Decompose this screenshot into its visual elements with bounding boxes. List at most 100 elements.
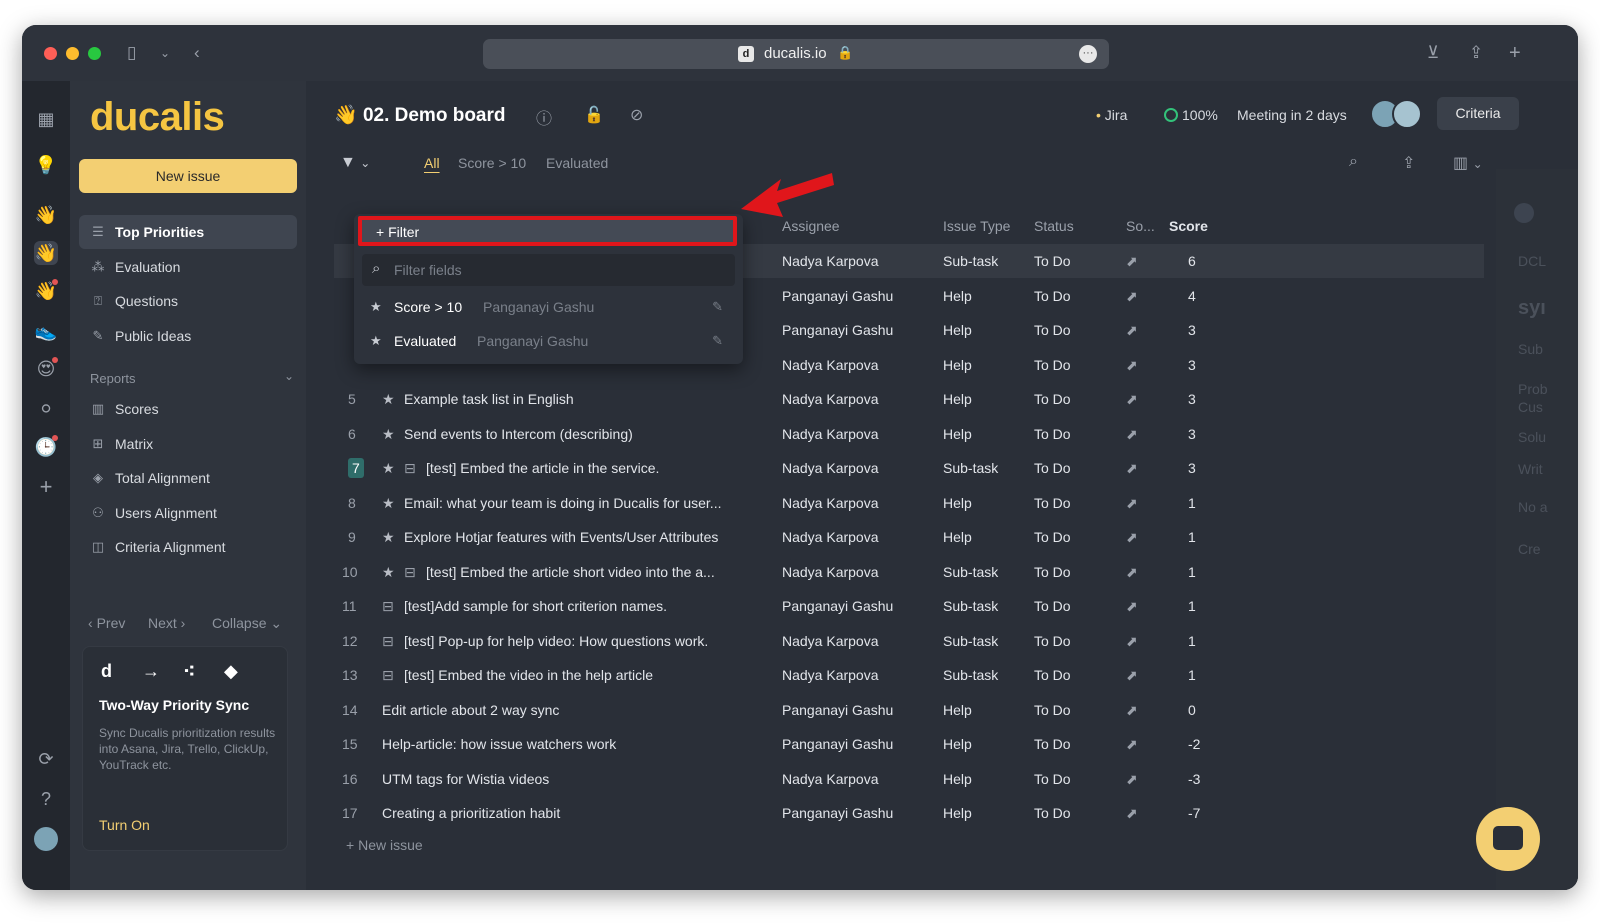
sidebar-item-criteria-alignment[interactable]: ◫ Criteria Alignment [79,530,297,564]
issue-title[interactable]: Explore Hotjar features with Events/User… [404,529,718,545]
column-status[interactable]: Status [1034,218,1074,234]
table-row[interactable]: 15 Help-article: how issue watchers work P… [334,727,1484,761]
sidebar-item-questions[interactable]: ⍰ Questions [79,284,297,318]
lightbulb-icon[interactable]: 💡 [34,153,58,177]
assignee-cell: Nadya Karpova [782,563,879,580]
board-shoe-icon[interactable]: 👟 [34,319,58,343]
issue-title[interactable]: Creating a prioritization habit [382,805,560,821]
filter-toggle[interactable]: ▼ ⌄ [340,154,370,172]
saved-filter-item[interactable]: ★ Evaluated Panganayi Gashu ✎ [362,325,735,357]
table-row[interactable]: 17 Creating a prioritization habit Pangana… [334,796,1484,830]
column-issue-type[interactable]: Issue Type [943,218,1010,234]
prev-button[interactable]: ‹ Prev [88,615,125,631]
column-score[interactable]: Score [1169,218,1208,234]
tab-evaluated[interactable]: Evaluated [546,155,608,171]
board-ball-icon[interactable]: ⚪ [34,397,58,421]
table-row[interactable]: 13 ⊟ [test] Embed the video in the help ar… [334,658,1484,692]
star-icon[interactable]: ★ [382,426,395,443]
board-emoji-icon[interactable]: 😍 [34,357,58,381]
sidebar-item-top-priorities[interactable]: ☰ Top Priorities [79,215,297,249]
unlock-icon[interactable]: 🔓 [584,105,604,125]
issue-title[interactable]: Email: what your team is doing in Ducali… [404,495,721,511]
issue-title[interactable]: [test]Add sample for short criterion nam… [404,598,667,614]
issue-title[interactable]: Example task list in English [404,391,574,407]
grid-icon[interactable]: ▦ [34,107,58,131]
add-board-icon[interactable]: + [34,475,58,499]
edit-icon[interactable]: ✎ [712,333,723,349]
issue-title[interactable]: [test] Embed the article in the service. [426,460,659,476]
asana-icon: ⁖ [183,661,196,681]
next-button[interactable]: Next › [148,615,185,631]
board-wave-alt-icon[interactable]: 👋 [34,279,58,303]
close-window-button[interactable] [44,47,57,60]
board-wave-active-icon[interactable]: 👋 [34,241,58,265]
issue-title[interactable]: [test] Embed the article short video int… [426,564,715,580]
star-icon[interactable]: ★ [382,391,395,408]
table-row[interactable]: 11 ⊟ [test]Add sample for short criterion … [334,589,1484,623]
sync-icon[interactable]: ⟳ [34,747,58,771]
minimize-window-button[interactable] [66,47,79,60]
export-icon[interactable]: ⇪ [1402,153,1415,173]
issue-title[interactable]: [test] Embed the video in the help artic… [404,667,653,683]
avatar[interactable] [1392,99,1422,129]
sidebar-toggle-icon[interactable]: ▯ [127,41,136,65]
more-icon[interactable]: ··· [1079,45,1097,63]
star-icon[interactable]: ★ [382,564,395,581]
new-issue-button[interactable]: New issue [79,159,297,193]
back-icon[interactable]: ‹ [194,41,200,65]
sidebar-item-evaluation[interactable]: ⁂ Evaluation [79,250,297,284]
star-icon[interactable]: ★ [382,529,395,546]
new-tab-icon[interactable]: + [1509,41,1521,65]
criteria-button[interactable]: Criteria [1437,97,1519,130]
jira-integration-status[interactable]: • Jira [1096,107,1127,123]
star-icon[interactable]: ★ [382,460,395,477]
table-row[interactable]: 8 ★ Email: what your team is doing in Duca… [334,486,1484,520]
table-row[interactable]: 7 ★ ⊟ [test] Embed the article in the servi… [334,451,1484,485]
board-wave-icon[interactable]: 👋 [34,203,58,227]
saved-filter-item[interactable]: ★ Score > 10 Panganayi Gashu ✎ [362,291,735,323]
chevron-down-icon[interactable]: ⌄ [160,41,170,65]
filter-fields-input[interactable] [394,258,714,282]
columns-icon[interactable]: ▥ ⌄ [1453,153,1483,173]
download-icon[interactable]: ⊻ [1427,41,1439,65]
share-icon[interactable]: ⇪ [1469,41,1483,65]
issue-title[interactable]: Send events to Intercom (describing) [404,426,633,442]
issue-title[interactable]: [test] Pop-up for help video: How questi… [404,633,708,649]
issue-title[interactable]: Edit article about 2 way sync [382,702,559,718]
edit-icon[interactable]: ✎ [712,299,723,315]
address-bar[interactable]: d ducalis.io 🔒 ··· [483,39,1109,69]
column-source[interactable]: So... [1126,218,1155,234]
zoom-window-button[interactable] [88,47,101,60]
sidebar-item-public-ideas[interactable]: ✎ Public Ideas [79,319,297,353]
tab-score-gt-10[interactable]: Score > 10 [458,155,526,171]
sidebar-item-scores[interactable]: ▥ Scores [79,392,297,426]
board-clock-icon[interactable]: 🕒 [34,435,58,459]
issue-title[interactable]: UTM tags for Wistia videos [382,771,549,787]
chat-button[interactable] [1476,807,1540,871]
table-row[interactable]: 9 ★ Explore Hotjar features with Events/Us… [334,520,1484,554]
tab-all[interactable]: All [424,155,440,171]
sidebar-item-users-alignment[interactable]: ⚇ Users Alignment [79,496,297,530]
info-icon[interactable]: ⓘ [536,105,552,129]
sidebar-item-total-alignment[interactable]: ◈ Total Alignment [79,461,297,495]
pin-off-icon[interactable]: ⊘ [630,105,643,125]
meeting-reminder[interactable]: Meeting in 2 days [1237,107,1347,123]
issue-title[interactable]: Help-article: how issue watchers work [382,736,616,752]
table-row[interactable]: 12 ⊟ [test] Pop-up for help video: How que… [334,624,1484,658]
sidebar-item-matrix[interactable]: ⊞ Matrix [79,427,297,461]
table-row[interactable]: 14 Edit article about 2 way sync Panganayi… [334,693,1484,727]
turn-on-link[interactable]: Turn On [99,817,150,833]
user-avatar[interactable] [34,827,58,851]
add-issue-row[interactable]: + New issue [346,837,423,853]
search-icon[interactable]: ⌕ [1349,153,1358,171]
add-filter-button[interactable]: + Filter [358,216,737,246]
table-row[interactable]: 10 ★ ⊟ [test] Embed the article short video… [334,555,1484,589]
evaluation-progress[interactable]: 100% [1164,107,1218,123]
table-row[interactable]: 16 UTM tags for Wistia videos Nadya Karpov… [334,762,1484,796]
collapse-button[interactable]: Collapse ⌄ [212,615,282,632]
table-row[interactable]: 5 ★ Example task list in English Nadya Karp… [334,382,1484,416]
chevron-down-icon[interactable]: ⌄ [284,369,294,383]
help-icon[interactable]: ? [34,787,58,811]
star-icon[interactable]: ★ [382,495,395,512]
table-row[interactable]: 6 ★ Send events to Intercom (describing) Na… [334,417,1484,451]
